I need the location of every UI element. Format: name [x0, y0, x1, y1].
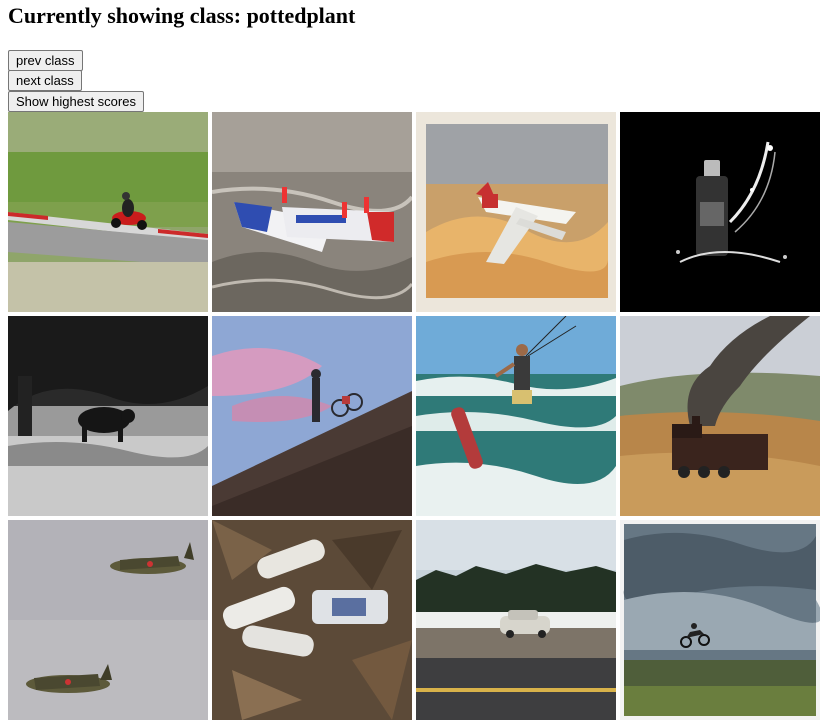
image-tile-cyclist [212, 316, 412, 516]
motorcycle-racer-image [8, 112, 208, 312]
class-name: pottedplant [246, 3, 356, 28]
show-highest-scores-button[interactable]: Show highest scores [8, 91, 144, 112]
title-prefix: Currently showing class: [8, 3, 242, 28]
image-tile-car-road [416, 520, 616, 720]
image-tile-kitesurfer [416, 316, 616, 516]
car-on-road-image [416, 520, 616, 720]
image-tile-spitfires [8, 520, 208, 720]
page-title: Currently showing class: pottedplant [8, 4, 355, 28]
prev-class-button[interactable]: prev class [8, 50, 83, 71]
bull-under-tree-image [8, 316, 208, 516]
steam-train-image [620, 316, 820, 516]
image-tile-airliner [416, 112, 616, 312]
spitfire-planes-image [8, 520, 208, 720]
plastic-bottles-image [212, 520, 412, 720]
kitesurfer-image [416, 316, 616, 516]
motocross-jump-image [620, 520, 820, 720]
image-tile-bottles-leaves [212, 520, 412, 720]
powerboats-image [212, 112, 412, 312]
image-tile-bull [8, 316, 208, 516]
bottle-splash-image [620, 112, 820, 312]
image-tile-steam-train [620, 316, 820, 516]
image-grid [8, 112, 820, 722]
person-with-bicycle-image [212, 316, 412, 516]
image-tile-motorcycle [8, 112, 208, 312]
image-tile-powerboats [212, 112, 412, 312]
image-tile-motocross [620, 520, 820, 720]
airliner-image [416, 112, 616, 312]
next-class-button[interactable]: next class [8, 70, 82, 91]
image-tile-bottle-splash [620, 112, 820, 312]
